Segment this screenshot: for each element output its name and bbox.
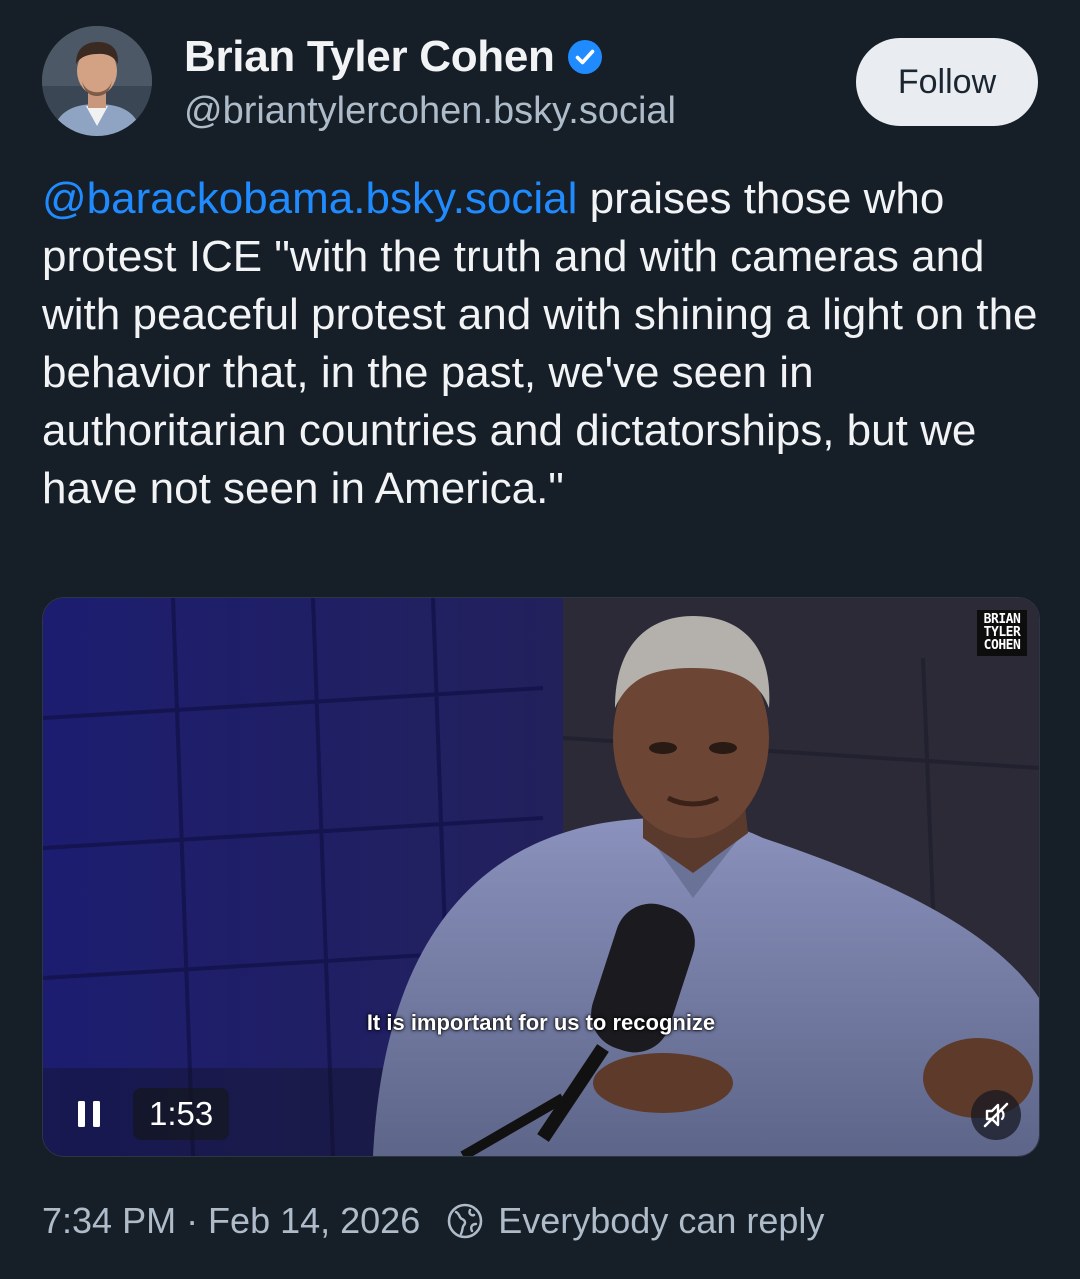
earth-icon	[447, 1203, 483, 1239]
mute-toggle-button[interactable]	[971, 1090, 1021, 1140]
author-name-row: Brian Tyler Cohen	[184, 32, 603, 82]
post-card: Brian Tyler Cohen @briantylercohen.bsky.…	[0, 0, 1080, 1279]
post-footer: 7:34 PM · Feb 14, 2026 Everybody can rep…	[42, 1200, 824, 1242]
post-timestamp[interactable]: 7:34 PM · Feb 14, 2026	[42, 1200, 420, 1242]
post-text: @barackobama.bsky.social praises those w…	[42, 170, 1042, 518]
video-player[interactable]: BRIAN TYLER COHEN It is important for us…	[42, 597, 1040, 1157]
pause-icon	[78, 1101, 100, 1127]
author-handle[interactable]: @briantylercohen.bsky.social	[184, 90, 676, 133]
avatar-photo	[42, 26, 152, 136]
follow-button[interactable]: Follow	[856, 38, 1038, 126]
verified-badge-icon	[567, 40, 602, 74]
channel-watermark: BRIAN TYLER COHEN	[977, 610, 1027, 656]
author-avatar[interactable]	[42, 26, 152, 136]
post-body-text: praises those who protest ICE "with the …	[42, 174, 1038, 513]
pause-button[interactable]	[61, 1088, 117, 1140]
video-frame	[43, 598, 1039, 1156]
author-display-name[interactable]: Brian Tyler Cohen	[184, 32, 555, 82]
video-caption: It is important for us to recognize	[366, 1010, 716, 1035]
speaker-muted-icon	[983, 1102, 1009, 1128]
video-duration: 1:53	[133, 1088, 230, 1140]
mention-link[interactable]: @barackobama.bsky.social	[42, 174, 577, 223]
watermark-line: COHEN	[983, 638, 1021, 653]
reply-setting-label[interactable]: Everybody can reply	[498, 1200, 824, 1242]
